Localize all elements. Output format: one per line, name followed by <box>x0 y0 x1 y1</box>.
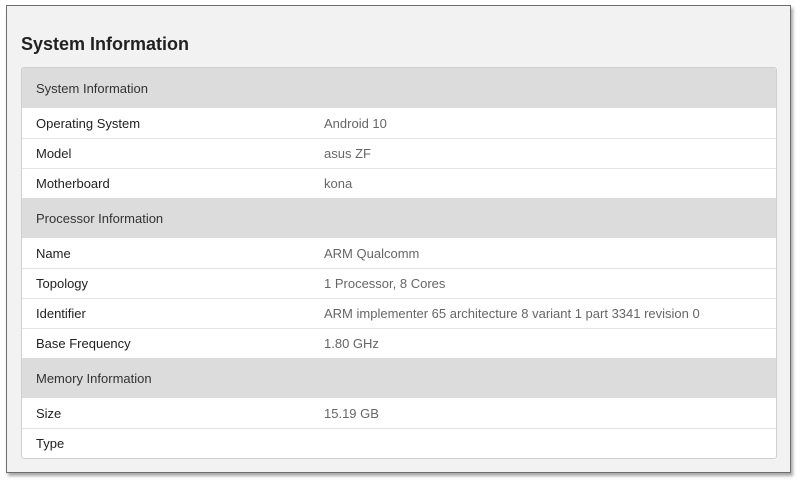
row-label: Topology <box>36 276 89 291</box>
window-frame: System Information System Information Op… <box>6 5 791 473</box>
table-row-operating-system: Operating System Android 10 <box>22 108 776 138</box>
section-header-system: System Information <box>22 68 776 108</box>
table-row-size: Size 15.19 GB <box>22 398 776 428</box>
table-row-name: Name ARM Qualcomm <box>22 238 776 268</box>
row-value: 1.80 GHz <box>324 336 379 351</box>
row-label: Identifier <box>36 306 86 321</box>
table-row-base-frequency: Base Frequency 1.80 GHz <box>22 328 776 358</box>
row-value: kona <box>324 176 353 191</box>
page-title: System Information <box>21 34 190 54</box>
table-row-motherboard: Motherboard kona <box>22 168 776 198</box>
row-value: asus ZF <box>324 146 371 161</box>
table-row-identifier: Identifier ARM implementer 65 architectu… <box>22 298 776 328</box>
row-value: Android 10 <box>324 115 387 131</box>
system-info-table: System Information Operating System Andr… <box>21 67 777 459</box>
row-value: ARM implementer 65 architecture 8 varian… <box>324 306 700 321</box>
table-row-type: Type <box>22 428 776 458</box>
section-header-memory: Memory Information <box>22 358 776 398</box>
section-header-processor: Processor Information <box>22 198 776 238</box>
row-value: 1 Processor, 8 Cores <box>324 276 446 291</box>
table-row-model: Model asus ZF <box>22 138 776 168</box>
row-label: Operating System <box>36 115 141 131</box>
row-label: Model <box>36 146 72 161</box>
row-label: Type <box>36 436 65 451</box>
table-row-topology: Topology 1 Processor, 8 Cores <box>22 268 776 298</box>
row-label: Name <box>36 245 71 261</box>
row-label: Size <box>36 405 62 421</box>
row-value: 15.19 GB <box>324 405 379 421</box>
row-value: ARM Qualcomm <box>324 245 420 261</box>
row-label: Motherboard <box>36 176 110 191</box>
row-label: Base Frequency <box>36 336 131 351</box>
